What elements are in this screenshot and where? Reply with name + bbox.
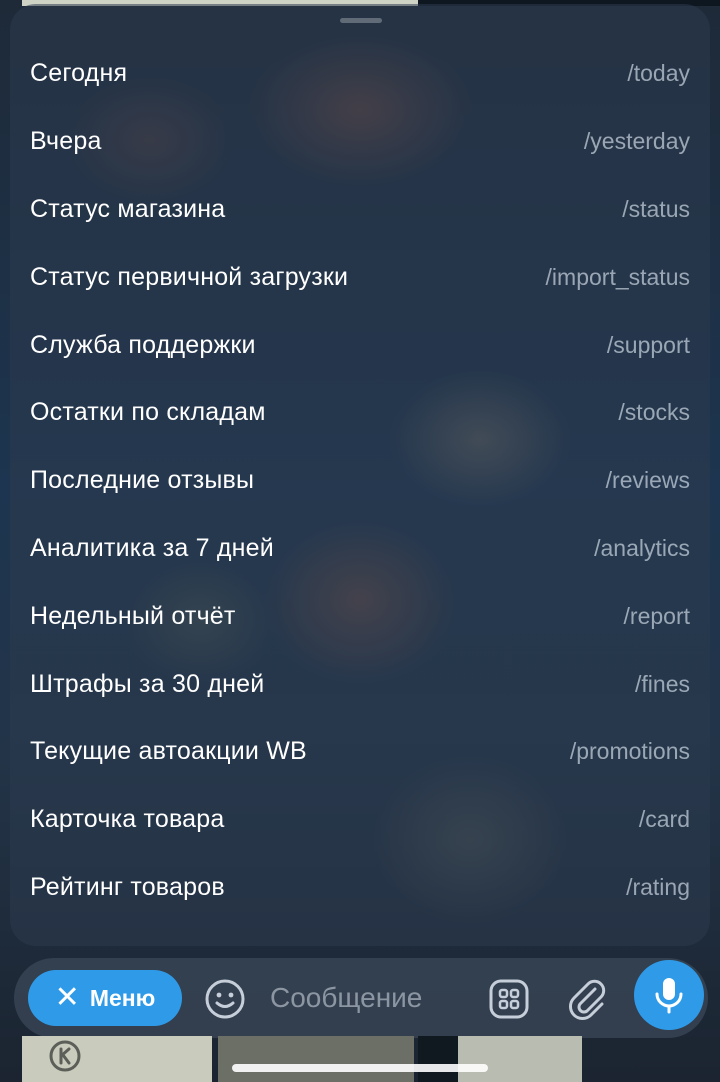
command-label: Текущие автоакции WB xyxy=(30,737,307,766)
command-item-card[interactable]: Карточка товара /card xyxy=(10,786,710,854)
command-name: /rating xyxy=(626,873,690,900)
command-name: /analytics xyxy=(594,534,690,561)
command-label: Рейтинг товаров xyxy=(30,872,225,901)
command-list: Сегодня /today Вчера /yesterday Статус м… xyxy=(10,40,710,921)
command-label: Статус магазина xyxy=(30,194,226,223)
emoji-icon xyxy=(205,979,245,1019)
message-input-bar: ✕ Меню xyxy=(14,958,708,1038)
apps-grid-icon xyxy=(489,979,529,1019)
command-label: Статус первичной загрузки xyxy=(30,262,349,291)
message-input[interactable] xyxy=(270,978,480,1018)
command-label: Недельный отчёт xyxy=(30,601,236,630)
command-label: Вчера xyxy=(30,127,102,156)
command-label: Остатки по складам xyxy=(30,398,266,427)
command-item-today[interactable]: Сегодня /today xyxy=(10,40,710,108)
command-name: /card xyxy=(638,806,690,833)
brand-logo-icon xyxy=(40,1038,90,1074)
emoji-button[interactable] xyxy=(202,976,248,1022)
command-label: Служба поддержки xyxy=(30,330,256,359)
command-item-support[interactable]: Служба поддержки /support xyxy=(10,311,710,379)
command-name: /reviews xyxy=(605,467,690,494)
bot-command-menu[interactable]: Сегодня /today Вчера /yesterday Статус м… xyxy=(10,4,710,946)
microphone-icon xyxy=(655,978,683,1014)
voice-record-button[interactable] xyxy=(634,960,704,1030)
command-name: /import_status xyxy=(545,263,690,290)
command-name: /status xyxy=(622,195,690,222)
command-item-promotions[interactable]: Текущие автоакции WB /promotions xyxy=(10,718,710,786)
menu-button-label: Меню xyxy=(89,984,156,1011)
paperclip-icon xyxy=(569,979,606,1020)
command-item-stocks[interactable]: Остатки по складам /stocks xyxy=(10,379,710,447)
bot-menu-button[interactable]: ✕ Меню xyxy=(28,970,182,1026)
command-name: /stocks xyxy=(618,399,690,426)
home-indicator[interactable] xyxy=(232,1064,488,1072)
command-item-status[interactable]: Статус магазина /status xyxy=(10,176,710,244)
command-label: Сегодня xyxy=(30,59,128,88)
command-item-yesterday[interactable]: Вчера /yesterday xyxy=(10,108,710,176)
bot-apps-button[interactable] xyxy=(486,976,532,1022)
sheet-drag-handle[interactable] xyxy=(340,18,382,23)
command-item-rating[interactable]: Рейтинг товаров /rating xyxy=(10,854,710,922)
command-item-reviews[interactable]: Последние отзывы /reviews xyxy=(10,447,710,515)
command-name: /fines xyxy=(635,670,690,697)
command-item-fines[interactable]: Штрафы за 30 дней /fines xyxy=(10,650,710,718)
command-label: Последние отзывы xyxy=(30,466,255,495)
background-thumbnail xyxy=(218,1036,414,1082)
command-name: /today xyxy=(627,60,690,87)
chat-screen: Сегодня /today Вчера /yesterday Статус м… xyxy=(0,0,720,1082)
command-label: Штрафы за 30 дней xyxy=(30,669,265,698)
command-name: /report xyxy=(623,602,690,629)
attach-button[interactable] xyxy=(564,976,610,1022)
command-label: Карточка товара xyxy=(30,805,225,834)
command-name: /promotions xyxy=(569,738,690,765)
command-item-report[interactable]: Недельный отчёт /report xyxy=(10,582,710,650)
command-name: /support xyxy=(606,331,690,358)
background-thumbnail xyxy=(458,1036,582,1082)
command-name: /yesterday xyxy=(583,128,690,155)
command-label: Аналитика за 7 дней xyxy=(30,533,274,562)
close-icon: ✕ xyxy=(54,981,80,1014)
command-item-import-status[interactable]: Статус первичной загрузки /import_status xyxy=(10,243,710,311)
background-thumbnail xyxy=(418,1036,458,1082)
command-item-analytics[interactable]: Аналитика за 7 дней /analytics xyxy=(10,515,710,583)
